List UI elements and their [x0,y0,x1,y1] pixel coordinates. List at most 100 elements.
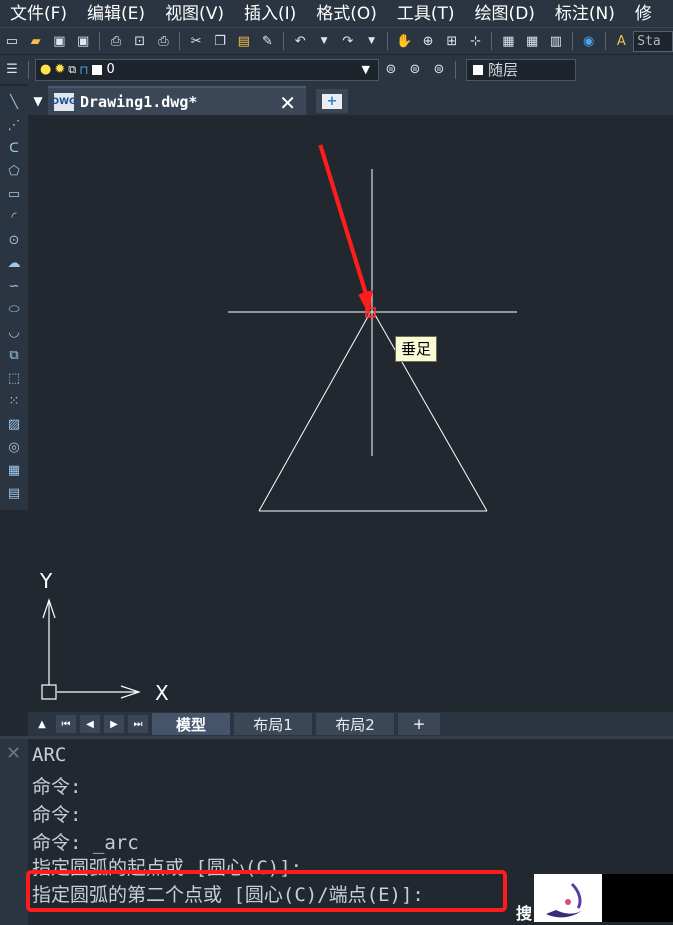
spline-icon[interactable]: ∽ [3,276,25,297]
match-properties-icon[interactable]: ✎ [259,32,277,50]
close-icon[interactable]: ✕ [6,743,21,764]
text-style-select[interactable]: Sta [633,30,673,52]
cut-icon[interactable]: ✂ [187,32,205,50]
help-icon[interactable]: ◉ [580,32,598,50]
drawing-svg [41,144,517,700]
redo-dropdown-icon[interactable]: ▼ [363,32,381,50]
ellipse-icon[interactable]: ⬭ [3,299,25,320]
redo-icon[interactable]: ↷ [339,32,357,50]
layer-manager-icon[interactable]: ☰ [3,61,21,79]
save-icon[interactable]: ▣ [51,32,69,50]
table-icon[interactable]: ▦ [3,460,25,481]
circle-icon[interactable]: ⊙ [3,230,25,251]
previous-layout-icon[interactable]: ◀ [80,715,100,733]
menu-format[interactable]: 格式(O) [306,0,387,28]
color-dropdown[interactable]: 随层 [466,58,576,81]
toolbar-separator [491,32,493,50]
next-layout-icon[interactable]: ▶ [104,715,124,733]
region-icon[interactable]: ◎ [3,437,25,458]
design-center-icon[interactable]: ▦ [523,32,541,50]
add-layout-button[interactable]: + [398,713,440,735]
revision-cloud-icon[interactable]: ☁ [3,253,25,274]
print-icon[interactable]: ⎙ [107,32,125,50]
layer-states-icon[interactable]: ⊜ [430,61,448,79]
new-file-icon[interactable]: ▭ [3,32,21,50]
make-block-icon[interactable]: ⬚ [3,368,25,389]
menu-dimension[interactable]: 标注(N) [545,0,625,28]
pan-icon[interactable]: ✋ [395,32,413,50]
left-panel-background [0,510,28,738]
layer-toolbar: ☰ ● ✹ ⧉ ⊓ 0 ▼ ⊜ ⊜ ⊜ 随层 [0,55,673,84]
draw-toolbar: ╲ ⋰ ᑕ ⬠ ▭ ◜ ⊙ ☁ ∽ ⬭ ◡ ⧉ ⬚ ⁙ ▨ ◎ ▦ ▤ [0,86,28,510]
menu-bar: 文件(F) 编辑(E) 视图(V) 插入(I) 格式(O) 工具(T) 绘图(D… [0,0,673,28]
watermark-black-block [602,874,673,922]
open-folder-icon[interactable]: ▰ [27,32,45,50]
first-layout-icon[interactable]: ⏮ [56,715,76,733]
toolbar-separator [604,32,606,50]
menu-draw[interactable]: 绘图(D) [465,0,545,28]
tab-layout2[interactable]: 布局2 [316,713,394,735]
drawing-canvas[interactable]: 垂足 Y X [28,115,673,712]
multiline-text-icon[interactable]: ▤ [3,483,25,504]
menu-view[interactable]: 视图(V) [155,0,234,28]
toolbar-separator [283,32,285,50]
command-window-handle [0,739,28,925]
arc-icon[interactable]: ◜ [3,207,25,228]
layer-name: 0 [106,62,115,77]
new-drawing-tab-button[interactable]: + [316,89,348,113]
command-history-line: 命令: [32,804,82,826]
menu-insert[interactable]: 插入(I) [234,0,306,28]
construction-line-icon[interactable]: ⋰ [3,115,25,136]
tab-model[interactable]: 模型 [152,713,230,735]
command-history-line: 命令: _arc [32,832,139,854]
zoom-realtime-icon[interactable]: ⊕ [419,32,437,50]
polygon-icon[interactable]: ⬠ [3,161,25,182]
close-icon[interactable]: ✕ [279,91,296,115]
undo-dropdown-icon[interactable]: ▼ [315,32,333,50]
rectangle-icon[interactable]: ▭ [3,184,25,205]
color-label: 随层 [488,61,519,79]
prompt-highlight-box [26,870,507,912]
command-history-line: 命令: [32,776,82,798]
menu-modify[interactable]: 修 [625,0,662,28]
copy-icon[interactable]: ❐ [211,32,229,50]
lock-icon: ⊓ [79,62,89,77]
menu-file[interactable]: 文件(F) [0,0,77,28]
command-window[interactable]: ✕ ARC 命令: 命令: 命令: _arc 指定圆弧的起点或 [圆心(C)]:… [0,736,673,925]
point-icon[interactable]: ⁙ [3,391,25,412]
insert-block-icon[interactable]: ⧉ [3,345,25,366]
polyline-icon[interactable]: ᑕ [3,138,25,159]
menu-tools[interactable]: 工具(T) [387,0,465,28]
layout-scroll-up-icon[interactable]: ▲ [32,715,52,733]
menu-edit[interactable]: 编辑(E) [77,0,155,28]
tab-layout1[interactable]: 布局1 [234,713,312,735]
calculator-icon[interactable]: ▦ [499,32,517,50]
toolbar-separator [455,60,456,79]
hatch-icon[interactable]: ▨ [3,414,25,435]
annotation-arrow [318,144,373,316]
publish-icon[interactable]: ⎙ [155,32,173,50]
tab-list-dropdown-icon[interactable]: ▼ [28,87,48,115]
standard-toolbar: ▭ ▰ ▣ ▣ ⎙ ⊡ ⎙ ✂ ❐ ▤ ✎ ↶ ▼ ↷ ▼ ✋ ⊕ ⊞ ⊹ ▦ … [0,28,673,55]
line-icon[interactable]: ╲ [3,92,25,113]
layer-dropdown[interactable]: ● ✹ ⧉ ⊓ 0 ▼ [35,58,379,81]
chevron-down-icon: ▼ [361,62,370,76]
undo-icon[interactable]: ↶ [291,32,309,50]
watermark-logo-graphic [546,882,584,918]
zoom-window-icon[interactable]: ⊞ [443,32,461,50]
document-tab-strip: ▼ DWG Drawing1.dwg* ✕ + [28,84,673,115]
watermark: 搜 [516,874,673,923]
ucs-y-label: Y [40,569,53,593]
print-preview-icon[interactable]: ⊡ [131,32,149,50]
watermark-logo [534,874,602,922]
ellipse-arc-icon[interactable]: ◡ [3,322,25,343]
text-style-icon[interactable]: A [613,32,631,50]
tab-drawing1[interactable]: DWG Drawing1.dwg* ✕ [48,86,306,115]
tool-palette-icon[interactable]: ▥ [547,32,565,50]
make-current-layer-icon[interactable]: ⊜ [382,61,400,79]
last-layout-icon[interactable]: ⏭ [128,715,148,733]
paste-icon[interactable]: ▤ [235,32,253,50]
zoom-previous-icon[interactable]: ⊹ [467,32,485,50]
layer-previous-icon[interactable]: ⊜ [406,61,424,79]
save-as-icon[interactable]: ▣ [74,32,92,50]
